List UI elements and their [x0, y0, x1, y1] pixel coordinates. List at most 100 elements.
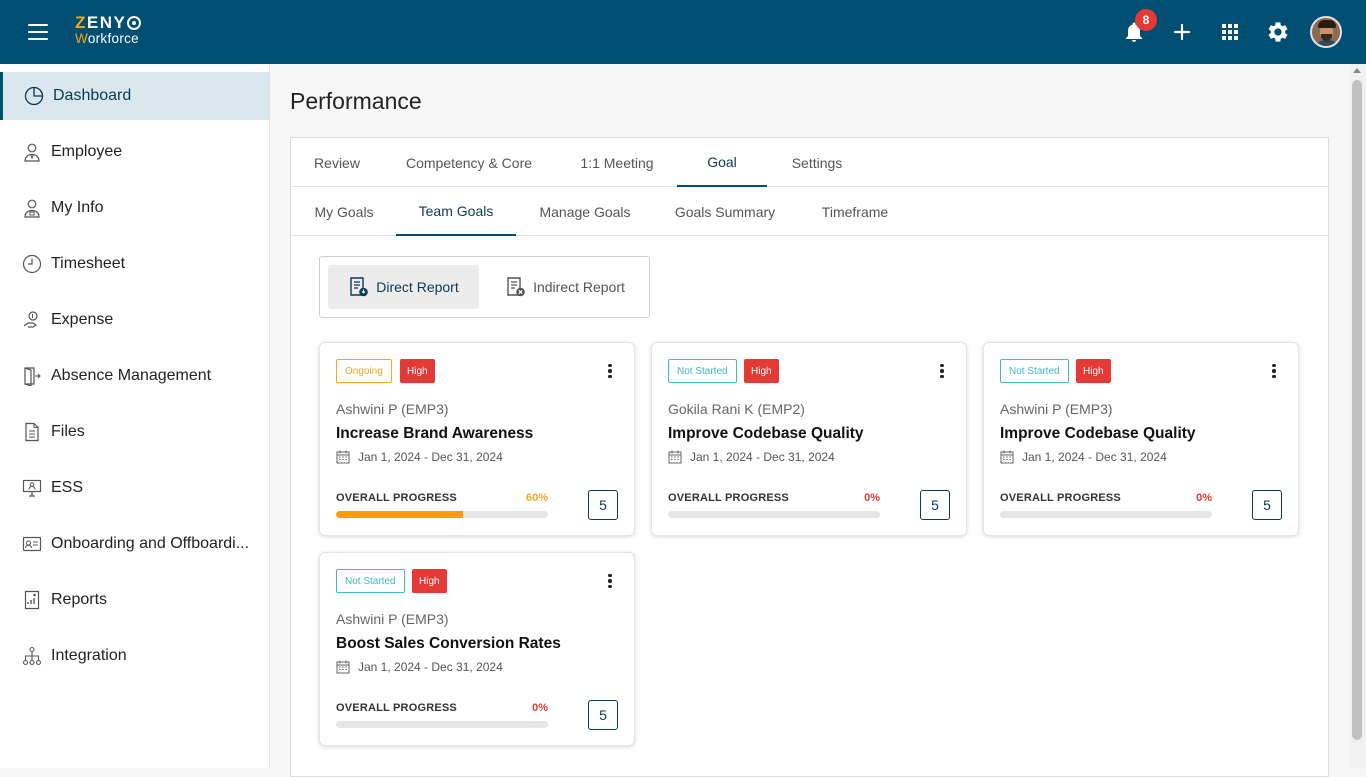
goal-title[interactable]: Boost Sales Conversion Rates [336, 635, 561, 653]
sidebar-item-expense[interactable]: Expense [0, 296, 269, 344]
goal-title[interactable]: Improve Codebase Quality [668, 425, 864, 443]
more-options-icon[interactable] [602, 362, 618, 380]
top-app-bar: Z ENY Workforce 8 [0, 0, 1366, 64]
report-icon [24, 590, 40, 610]
hamburger-menu-icon[interactable] [28, 24, 52, 42]
goal-title[interactable]: Increase Brand Awareness [336, 425, 533, 443]
app-logo[interactable]: Z ENY Workforce [75, 13, 142, 46]
my-info-icon [24, 199, 40, 218]
goal-count-button[interactable]: 5 [920, 490, 950, 520]
tab-competency-core[interactable]: Competency & Core [395, 138, 543, 187]
subtab-manage-goals[interactable]: Manage Goals [531, 187, 639, 236]
goal-count-button[interactable]: 5 [588, 490, 618, 520]
scroll-up-arrow-icon[interactable] [1353, 68, 1361, 73]
sidebar-item-reports[interactable]: Reports [0, 576, 269, 624]
direct-report-icon [350, 277, 369, 297]
progress-percent: 0% [532, 702, 548, 714]
date-range-text: Jan 1, 2024 - Dec 31, 2024 [1022, 450, 1167, 464]
progress-bar [668, 511, 880, 518]
priority-badge: High [400, 359, 435, 383]
goal-card[interactable]: Not Started High Gokila Rani K (EMP2) Im… [651, 342, 967, 536]
date-range-text: Jan 1, 2024 - Dec 31, 2024 [358, 450, 503, 464]
direct-report-label: Direct Report [376, 279, 459, 295]
employee-name: Ashwini P (EMP3) [336, 611, 449, 627]
user-avatar[interactable] [1310, 16, 1342, 48]
logo-z: Z [75, 13, 87, 32]
settings-gear-icon[interactable] [1266, 20, 1290, 44]
tab-goal[interactable]: Goal [677, 138, 767, 187]
subtab-team-goals[interactable]: Team Goals [396, 187, 516, 236]
goal-title[interactable]: Improve Codebase Quality [1000, 425, 1196, 443]
employee-name: Gokila Rani K (EMP2) [668, 401, 805, 417]
sidebar-item-label: Integration [51, 647, 127, 664]
add-plus-icon[interactable] [1170, 20, 1194, 44]
progress-bar [336, 721, 548, 728]
calendar-icon [336, 660, 350, 674]
main-tabs: Review Competency & Core 1:1 Meeting Goa… [291, 138, 1328, 187]
logo-eny: ENY [86, 13, 127, 32]
goal-card[interactable]: Ongoing High Ashwini P (EMP3) Increase B… [319, 342, 635, 536]
sidebar-item-label: Absence Management [51, 367, 212, 384]
more-options-icon[interactable] [1266, 362, 1282, 380]
dashboard-pie-icon [24, 86, 44, 106]
more-options-icon[interactable] [934, 362, 950, 380]
indirect-report-button[interactable]: Indirect Report [490, 265, 640, 309]
vertical-scrollbar[interactable] [1349, 64, 1366, 768]
sidebar-item-label: Files [51, 423, 85, 440]
status-badge: Ongoing [336, 359, 392, 383]
progress-bar-fill [336, 511, 464, 518]
progress-percent: 60% [525, 492, 548, 504]
calendar-icon [668, 450, 682, 464]
sidebar-item-ess[interactable]: ESS [0, 464, 269, 512]
goal-card[interactable]: Not Started High Ashwini P (EMP3) Boost … [319, 552, 635, 746]
apps-grid-icon[interactable] [1218, 20, 1242, 44]
performance-panel: Review Competency & Core 1:1 Meeting Goa… [290, 137, 1329, 777]
employee-icon [24, 143, 40, 162]
sidebar-item-integration[interactable]: Integration [0, 632, 269, 680]
tab-one-on-one-meeting[interactable]: 1:1 Meeting [569, 138, 665, 187]
sidebar-item-files[interactable]: Files [0, 408, 269, 456]
goal-count-button[interactable]: 5 [588, 700, 618, 730]
sidebar-item-timesheet[interactable]: Timesheet [0, 240, 269, 288]
more-options-icon[interactable] [602, 572, 618, 590]
tab-review[interactable]: Review [303, 138, 371, 187]
goal-subtabs: My Goals Team Goals Manage Goals Goals S… [291, 187, 1328, 236]
sidebar-item-label: My Info [51, 199, 104, 216]
notification-count-badge: 8 [1135, 9, 1157, 31]
id-card-icon [22, 536, 42, 552]
subtab-timeframe[interactable]: Timeframe [811, 187, 899, 236]
sidebar-item-label: Expense [51, 311, 114, 328]
employee-name: Ashwini P (EMP3) [336, 401, 449, 417]
status-badge: Not Started [668, 359, 737, 383]
goal-dates: Jan 1, 2024 - Dec 31, 2024 [336, 450, 503, 464]
date-range-text: Jan 1, 2024 - Dec 31, 2024 [690, 450, 835, 464]
sidebar-item-dashboard[interactable]: Dashboard [0, 72, 269, 120]
sidebar-item-label: Onboarding and Offboardi... [51, 535, 250, 552]
priority-badge: High [744, 359, 779, 383]
progress-label: OVERALL PROGRESS [336, 702, 457, 714]
hierarchy-icon [22, 646, 42, 666]
door-exit-icon [24, 367, 41, 386]
sidebar-item-onboarding[interactable]: Onboarding and Offboardi... [0, 520, 269, 568]
goal-count-button[interactable]: 5 [1252, 490, 1282, 520]
subtab-goals-summary[interactable]: Goals Summary [666, 187, 784, 236]
sidebar-item-employee[interactable]: Employee [0, 128, 269, 176]
scrollbar-thumb[interactable] [1352, 80, 1362, 740]
tab-settings[interactable]: Settings [781, 138, 853, 187]
goal-dates: Jan 1, 2024 - Dec 31, 2024 [1000, 450, 1167, 464]
calendar-icon [336, 450, 350, 464]
direct-report-button[interactable]: Direct Report [328, 265, 479, 309]
progress-label: OVERALL PROGRESS [336, 492, 457, 504]
subtab-my-goals[interactable]: My Goals [303, 187, 385, 236]
goal-card[interactable]: Not Started High Ashwini P (EMP3) Improv… [983, 342, 1299, 536]
calendar-icon [1000, 450, 1014, 464]
page-title: Performance [290, 88, 422, 114]
report-type-toggle: Direct Report Indirect Report [319, 256, 650, 318]
progress-bar [1000, 511, 1212, 518]
sidebar-item-label: Employee [51, 143, 123, 160]
sidebar-item-absence-management[interactable]: Absence Management [0, 352, 269, 400]
sidebar-item-my-info[interactable]: My Info [0, 184, 269, 232]
sidebar-item-label: ESS [51, 479, 84, 496]
expense-hand-icon [23, 311, 38, 328]
progress-label: OVERALL PROGRESS [668, 492, 789, 504]
